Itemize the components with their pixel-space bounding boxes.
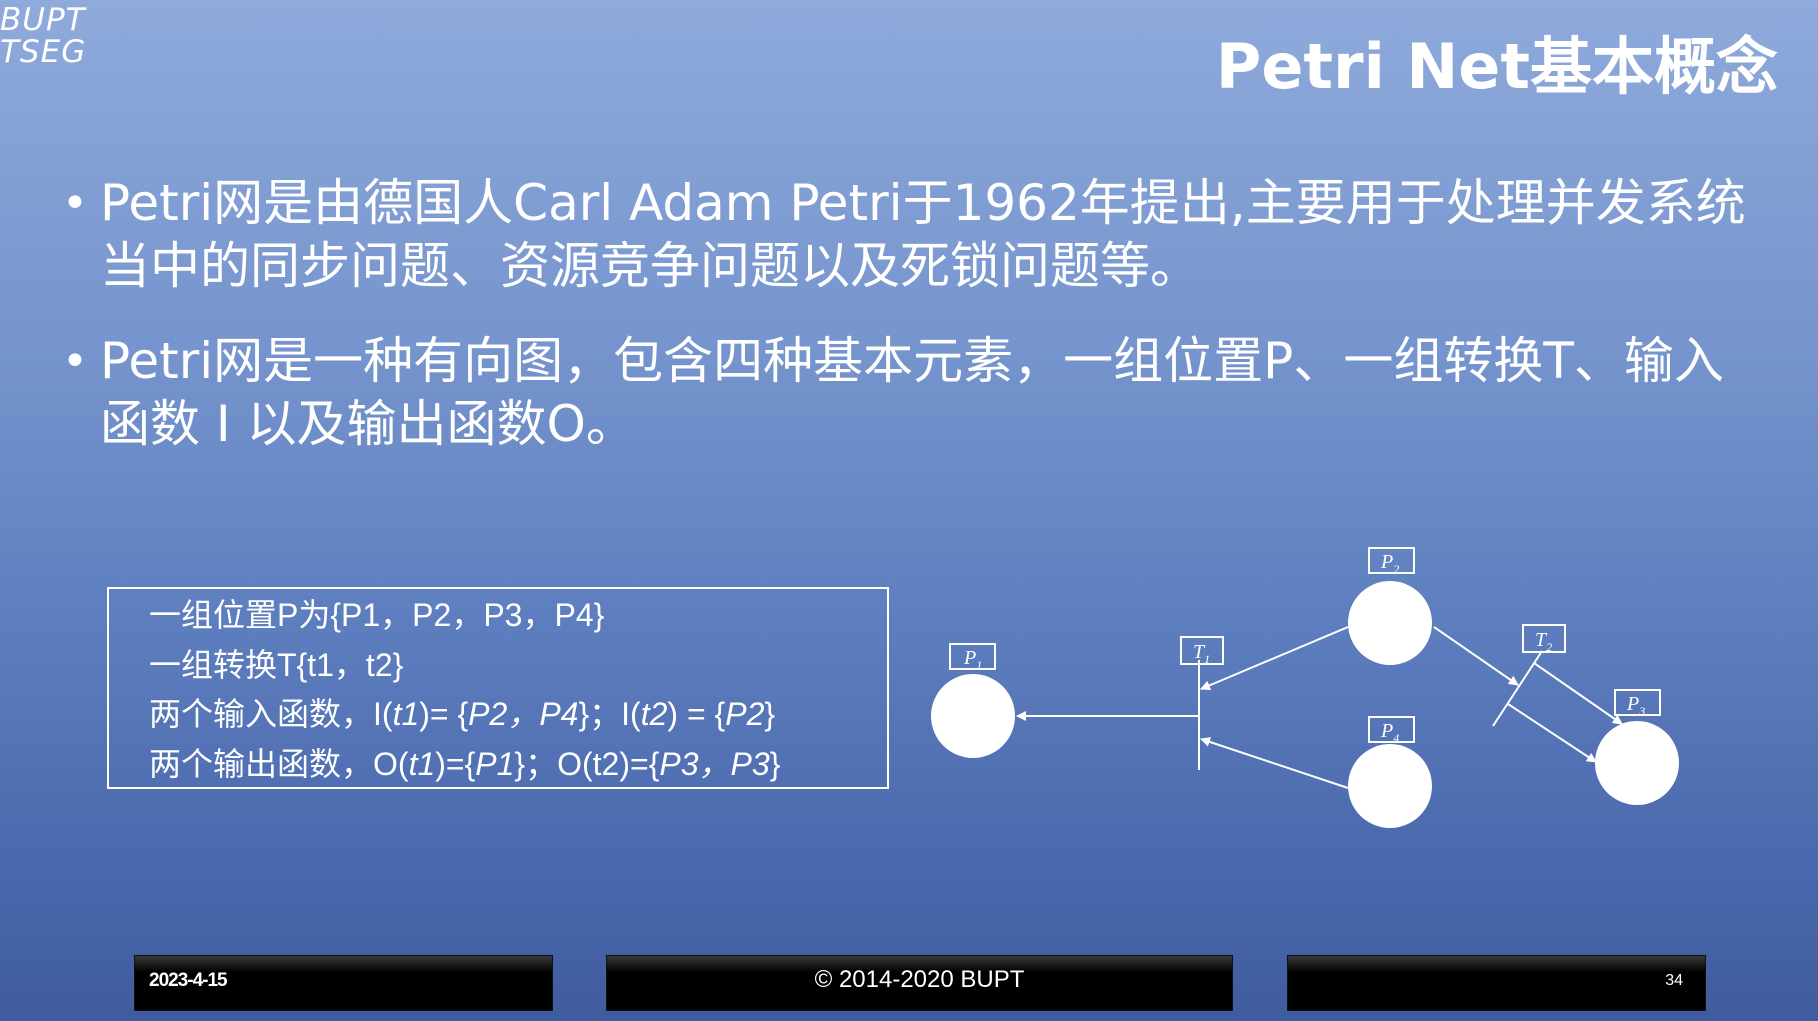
svg-text:P2: P2	[1380, 551, 1399, 576]
svg-text:P4: P4	[1380, 720, 1399, 745]
place-p1	[931, 674, 1015, 758]
label-p2-sub: 2	[1393, 562, 1399, 576]
label-p1-sub: 1	[976, 658, 982, 672]
label-t1-sub: 1	[1204, 652, 1210, 666]
svg-text:P3: P3	[1626, 693, 1645, 718]
arc-t2-to-p3-upper	[1533, 662, 1623, 725]
label-t2-sub: 2	[1546, 640, 1552, 654]
footer-page-number: 34	[1287, 955, 1706, 1011]
footer-copyright-text: © 2014-2020 BUPT	[814, 966, 1025, 993]
arc-t2-to-p3-lower	[1507, 703, 1597, 763]
label-p4-sub: 4	[1393, 731, 1399, 745]
label-p3-sub: 3	[1638, 704, 1645, 718]
footer-date-text: 2023-4-15	[149, 970, 228, 991]
petri-net-diagram: P1 P2 P4 P3 T1 T2	[931, 547, 1679, 828]
svg-text:T2: T2	[1535, 629, 1552, 654]
label-p3-text: P	[1626, 693, 1639, 715]
footer-date: 2023-4-15	[134, 955, 553, 1011]
arc-p4-to-t1	[1200, 737, 1349, 789]
svg-text:T1: T1	[1193, 641, 1210, 666]
label-p4-text: P	[1380, 720, 1393, 742]
footer-copyright: © 2014-2020 BUPT	[606, 955, 1233, 1011]
label-p4: P4	[1368, 716, 1415, 745]
arc-p2-to-t2	[1433, 626, 1519, 686]
place-p3	[1595, 721, 1679, 805]
label-p2-text: P	[1380, 551, 1393, 573]
label-t1: T1	[1180, 636, 1224, 666]
svg-text:P1: P1	[963, 647, 982, 672]
label-t2: T2	[1522, 624, 1566, 654]
label-p1: P1	[949, 643, 996, 672]
label-p3: P3	[1614, 689, 1661, 718]
label-p1-text: P	[963, 647, 976, 669]
place-p2	[1348, 581, 1432, 665]
footer-page-text: 34	[1665, 972, 1683, 989]
label-p2: P2	[1368, 547, 1415, 576]
place-p4	[1348, 744, 1432, 828]
